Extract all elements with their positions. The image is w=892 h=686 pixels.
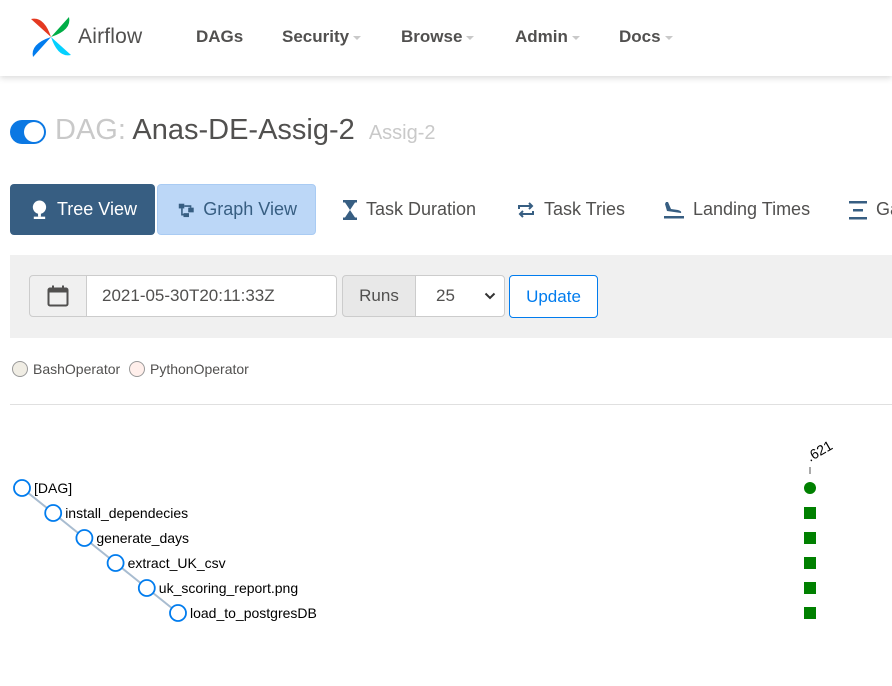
- tree-node[interactable]: [75, 529, 94, 547]
- nav-admin[interactable]: Admin: [515, 27, 580, 47]
- tree-view: .621 [DAG] install_dependecies generate_da…: [13, 440, 836, 622]
- nav-browse-label: Browse: [401, 27, 463, 46]
- caret-down-icon: [571, 36, 580, 40]
- tab-landing-times[interactable]: Landing Times: [663, 184, 810, 235]
- base-date-input[interactable]: 2021-05-30T20:11:33Z: [86, 275, 337, 317]
- legend-label-python: PythonOperator: [150, 361, 249, 377]
- dag-run-status[interactable]: [804, 482, 816, 494]
- tab-task-duration-label: Task Duration: [366, 199, 477, 219]
- tree-nodes: [DAG] install_dependecies generate_daysext…: [13, 479, 317, 622]
- dag-prefix: DAG:: [55, 114, 126, 146]
- tab-task-tries-label: Task Tries: [544, 199, 626, 219]
- update-button[interactable]: Update: [509, 275, 598, 318]
- tree-node-label[interactable]: [DAG]: [34, 480, 72, 496]
- nav-browse[interactable]: Browse: [401, 27, 475, 47]
- tree-node-label[interactable]: uk_scoring_report.png: [159, 580, 298, 596]
- tab-tree-view[interactable]: Tree View: [10, 184, 155, 235]
- retry-icon: [518, 201, 534, 218]
- pause-toggle[interactable]: [10, 120, 46, 144]
- plane-landing-icon: [664, 201, 684, 218]
- legend-swatch-python: [129, 361, 145, 377]
- legend-item-python: PythonOperator: [129, 361, 249, 377]
- tree-node-label[interactable]: generate_days: [96, 530, 189, 546]
- tree-node[interactable]: [106, 554, 125, 572]
- tab-graph-view-label: Graph View: [203, 199, 297, 219]
- legend-item-bash: BashOperator: [12, 361, 120, 377]
- runs-label: Runs: [342, 275, 416, 317]
- tree-node-label[interactable]: install_dependecies: [65, 505, 188, 521]
- tree-node[interactable]: [44, 504, 63, 522]
- nav-docs-label: Docs: [619, 27, 661, 46]
- run-label: .621: [804, 440, 836, 465]
- runs-select-value: 25: [436, 286, 455, 305]
- page-title: DAG: Anas-DE-Assig-2 Assig-2: [55, 114, 436, 147]
- dag-subtitle: Assig-2: [368, 122, 436, 144]
- nav-dags[interactable]: DAGs: [196, 27, 243, 47]
- nav-docs[interactable]: Docs: [619, 27, 673, 47]
- tab-gantt-label: Ga: [876, 199, 892, 219]
- task-instance-status[interactable]: [804, 557, 816, 569]
- tree-node-label[interactable]: extract_UK_csv: [128, 555, 226, 571]
- caret-down-icon: [466, 36, 475, 40]
- tab-task-tries[interactable]: Task Tries: [516, 184, 625, 235]
- nav-security-label: Security: [282, 27, 350, 46]
- tab-graph-view[interactable]: Graph View: [157, 184, 316, 235]
- toggle-knob: [24, 122, 44, 142]
- hourglass-icon: [343, 199, 357, 220]
- chevron-down-icon: [484, 292, 496, 300]
- gantt-icon: [849, 200, 867, 219]
- task-instance-status[interactable]: [804, 507, 816, 519]
- tree-node[interactable]: [169, 604, 187, 622]
- divider: [10, 404, 892, 405]
- tab-task-duration[interactable]: Task Duration: [342, 184, 476, 235]
- tab-tree-view-label: Tree View: [56, 199, 137, 219]
- tab-landing-times-label: Landing Times: [693, 199, 811, 219]
- caret-down-icon: [353, 36, 362, 40]
- legend-label-bash: BashOperator: [33, 361, 121, 377]
- tree-node[interactable]: [13, 479, 31, 497]
- calendar-button[interactable]: [29, 275, 87, 317]
- legend-swatch-bash: [12, 361, 28, 377]
- tree-states: [804, 482, 816, 619]
- tree-node-label[interactable]: load_to_postgresDB: [190, 605, 317, 621]
- runs-select[interactable]: 25: [415, 275, 505, 317]
- brand-name: Airflow: [78, 25, 143, 48]
- tree-icon: [32, 200, 47, 219]
- caret-down-icon: [664, 36, 673, 40]
- nav-admin-label: Admin: [515, 27, 568, 46]
- task-instance-status[interactable]: [804, 532, 816, 544]
- tab-gantt[interactable]: Ga: [848, 184, 892, 235]
- brand-link[interactable]: Airflow: [28, 13, 142, 61]
- dag-name: Anas-DE-Assig-2: [132, 114, 355, 146]
- airflow-pinwheel-icon: [31, 17, 71, 57]
- tree-node[interactable]: [137, 579, 156, 597]
- navbar: Airflow DAGs Security Browse Admin Docs: [0, 0, 892, 76]
- nav-dags-label: DAGs: [196, 27, 244, 46]
- graph-icon: [178, 203, 194, 217]
- nav-security[interactable]: Security: [282, 27, 362, 47]
- calendar-icon: [47, 285, 69, 307]
- task-instance-status[interactable]: [804, 582, 816, 594]
- task-instance-status[interactable]: [804, 607, 816, 619]
